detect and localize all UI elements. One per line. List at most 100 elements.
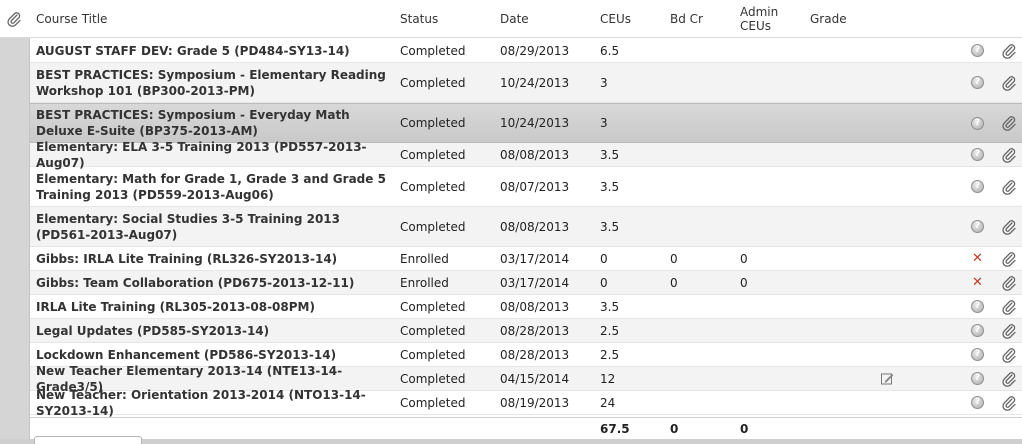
total-ceus: 67.5 [600,421,630,436]
course-date: 10/24/2013 [500,116,570,130]
course-date: 04/15/2014 [500,371,570,386]
attachment-icon[interactable] [1001,319,1019,342]
help-icon[interactable]: ? [971,63,987,102]
course-status: Completed [400,116,466,130]
remove-icon[interactable]: ✕ [971,271,987,294]
attachment-icon[interactable] [1001,167,1019,206]
paperclip-icon [7,12,21,27]
help-icon[interactable]: ? [971,104,987,142]
course-date: 03/17/2014 [500,251,570,266]
col-status[interactable]: Status [400,12,438,26]
table-row[interactable]: BEST PRACTICES: Symposium - Elementary R… [30,63,1022,103]
col-admin-ceus-line1: Admin [740,5,779,19]
course-list: AUGUST STAFF DEV: Grade 5 (PD484-SY13-14… [30,39,1022,418]
help-icon[interactable]: ? [971,143,987,166]
table-row[interactable]: Gibbs: Team Collaboration (PD675-2013-12… [30,271,1022,295]
table-row[interactable]: AUGUST STAFF DEV: Grade 5 (PD484-SY13-14… [30,39,1022,63]
course-status: Completed [400,179,466,194]
col-course-title[interactable]: Course Title [36,12,107,26]
course-status: Completed [400,147,466,162]
course-date: 10/24/2013 [500,75,570,90]
attachment-icon[interactable] [1001,271,1019,294]
course-ceus: 6.5 [600,43,620,58]
course-title: Elementary: Social Studies 3-5 Training … [36,211,340,242]
remove-glyph: ✕ [972,251,983,266]
table-row[interactable]: BEST PRACTICES: Symposium - Everyday Mat… [30,103,1022,143]
course-ceus: 2.5 [600,323,620,338]
attachment-icon[interactable] [1001,39,1019,62]
course-status: Enrolled [400,275,449,290]
remove-icon[interactable]: ✕ [971,247,987,270]
remove-glyph: ✕ [972,275,983,290]
course-title: Gibbs: Team Collaboration (PD675-2013-12… [36,275,355,290]
course-title: Elementary: ELA 3-5 Training 2013 (PD557… [36,139,367,170]
help-icon[interactable]: ? [971,391,987,414]
help-icon[interactable]: ? [971,367,987,390]
col-grade[interactable]: Grade [810,12,847,26]
table-row[interactable]: Elementary: Social Studies 3-5 Training … [30,207,1022,247]
total-bd-cr: 0 [670,421,679,436]
help-glyph: ? [971,44,984,57]
course-ceus: 3.5 [600,147,620,162]
attachment-icon[interactable] [1001,391,1019,414]
course-date: 08/08/2013 [500,219,570,234]
course-status: Completed [400,75,466,90]
course-status: Completed [400,371,466,386]
course-date: 08/19/2013 [500,395,570,410]
table-row[interactable]: Gibbs: IRLA Lite Training (RL326-SY2013-… [30,247,1022,271]
col-admin-ceus[interactable]: Admin CEUs [740,5,778,33]
course-ceus: 3.5 [600,219,620,234]
course-date: 03/17/2014 [500,275,570,290]
course-ceus: 12 [600,371,616,386]
help-icon[interactable]: ? [971,343,987,366]
col-date[interactable]: Date [500,12,529,26]
help-glyph: ? [971,180,984,193]
course-date: 08/07/2013 [500,179,570,194]
attachment-icon[interactable] [1001,143,1019,166]
course-status: Completed [400,323,466,338]
help-icon[interactable]: ? [971,39,987,62]
help-icon[interactable]: ? [971,319,987,342]
course-date: 08/08/2013 [500,147,570,162]
attachment-icon[interactable] [1001,295,1019,318]
attachment-icon[interactable] [1001,367,1019,390]
course-ceus: 24 [600,395,616,410]
course-date: 08/08/2013 [500,299,570,314]
help-icon[interactable]: ? [971,207,987,246]
help-glyph: ? [971,76,984,89]
course-title: Gibbs: IRLA Lite Training (RL326-SY2013-… [36,251,338,266]
course-ceus: 0 [600,251,608,266]
table-row[interactable]: Elementary: ELA 3-5 Training 2013 (PD557… [30,139,1022,170]
col-admin-ceus-line2: CEUs [740,19,771,33]
course-ceus: 3 [600,116,608,130]
course-date: 08/28/2013 [500,347,570,362]
total-admin-ceus: 0 [740,421,749,436]
course-status: Completed [400,299,466,314]
bottom-scrollbar[interactable] [0,439,1022,444]
col-bd-cr[interactable]: Bd Cr [670,12,703,26]
edit-note-icon[interactable] [881,367,895,390]
help-icon[interactable]: ? [971,167,987,206]
col-ceus[interactable]: CEUs [600,12,631,26]
attachment-icon[interactable] [1001,63,1019,102]
course-status: Completed [400,395,466,410]
attachment-icon[interactable] [1001,247,1019,270]
table-row[interactable]: IRLA Lite Training (RL305-2013-08-08PM) C… [30,295,1022,319]
course-status: Completed [400,43,466,58]
table-row[interactable]: New Teacher: Orientation 2013-2014 (NTO1… [30,388,1022,418]
help-icon[interactable]: ? [971,295,987,318]
course-ceus: 2.5 [600,347,620,362]
course-title: BEST PRACTICES: Symposium - Everyday Mat… [36,108,350,138]
course-bd-cr: 0 [670,275,678,290]
course-ceus: 3 [600,75,608,90]
table-row[interactable]: Legal Updates (PD585-SY2013-14) Completed… [30,319,1022,343]
help-glyph: ? [971,396,984,409]
bottom-tab[interactable] [34,436,142,444]
help-glyph: ? [971,148,984,161]
attachment-icon[interactable] [1001,104,1019,142]
course-ceus: 3.5 [600,299,620,314]
attachment-icon[interactable] [1001,207,1019,246]
attachment-icon[interactable] [1001,343,1019,366]
help-glyph: ? [971,324,984,337]
table-row[interactable]: Elementary: Math for Grade 1, Grade 3 an… [30,167,1022,207]
